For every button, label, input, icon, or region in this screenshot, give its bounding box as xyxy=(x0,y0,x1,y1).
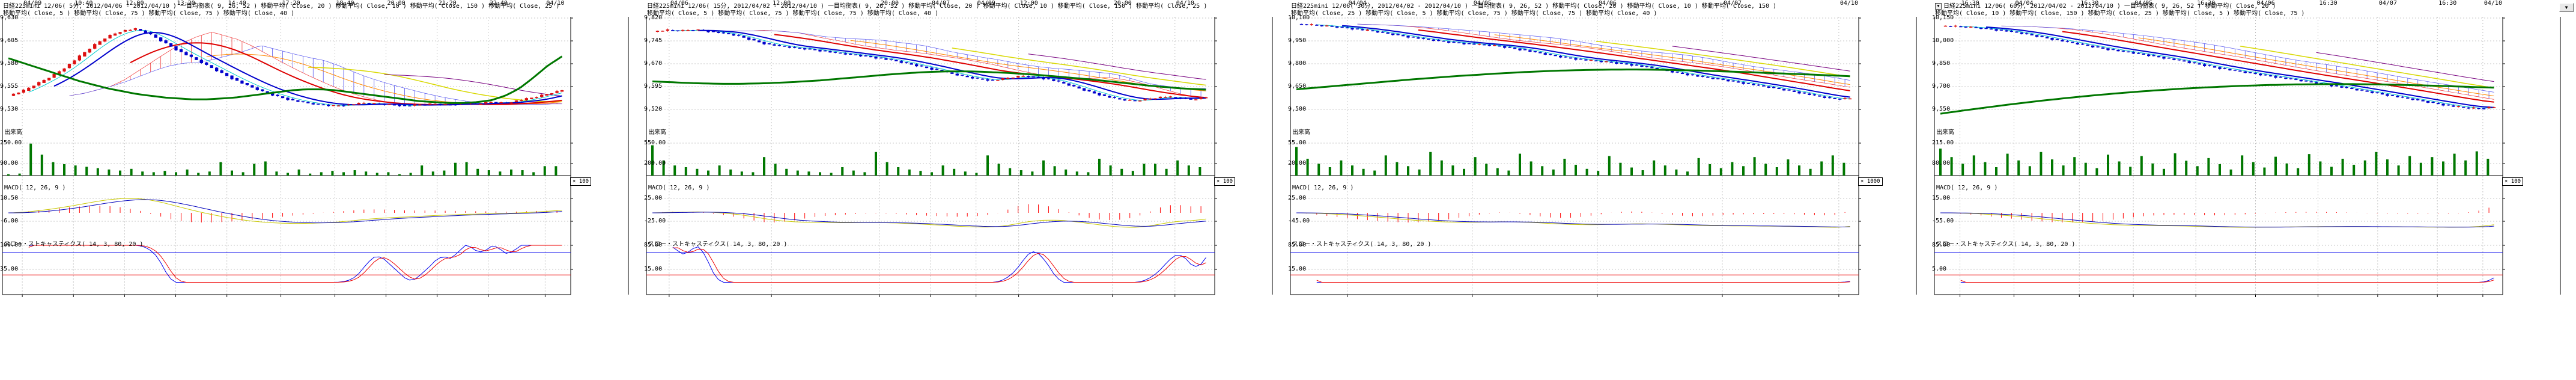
scale-label: 15.00 xyxy=(1932,195,1950,201)
scale-label: 20.00 xyxy=(1288,160,1306,167)
scale-label: 9,950 xyxy=(1288,37,1306,44)
chart-window-2: 日経225mini 12/06( 15分, 2012/04/02 - 2012/… xyxy=(644,0,1288,380)
scale-label: 9,550 xyxy=(1932,106,1950,112)
scale-label: 85.00 xyxy=(1932,242,1950,248)
chart-title-line2: 移動平均( Close, 25 ) 移動平均( Close, 5 ) 移動平均(… xyxy=(1291,8,1657,17)
scale-label: 9,850 xyxy=(1932,60,1950,67)
x-axis-label: 04/07 xyxy=(2379,0,2397,7)
chart-title-line2: 移動平均( Close, 5 ) 移動平均( Close, 75 ) 移動平均(… xyxy=(3,8,294,17)
volume-scale-multiplier: × 1000 xyxy=(1858,177,1883,186)
scale-label: 9,700 xyxy=(1932,83,1950,90)
scale-label: 9,650 xyxy=(1288,83,1306,90)
scale-label: 9,605 xyxy=(0,37,18,44)
scale-label: 25.00 xyxy=(644,195,662,201)
scale-label: 90.00 xyxy=(0,160,18,167)
scale-label: 9,595 xyxy=(644,83,662,90)
scale-label: 100.00 xyxy=(0,242,22,248)
scale-label: 85.00 xyxy=(644,242,662,248)
scale-label: 15.00 xyxy=(644,266,662,272)
chart-window-4: ▼日経225mini 12/06( 60分, 2012/04/02 - 2012… xyxy=(1932,0,2576,380)
volume-scale-multiplier: × 100 xyxy=(570,177,591,186)
chart-canvas[interactable] xyxy=(1932,0,2576,380)
scale-label: 9,520 xyxy=(644,106,662,112)
chart-scroll-dropdown-button[interactable]: ▼ xyxy=(2559,3,2574,12)
scale-label: 9,580 xyxy=(0,60,18,67)
chart-title-line2: 移動平均( Close, 5 ) 移動平均( Close, 75 ) 移動平均(… xyxy=(647,8,938,17)
x-axis-label: 16:30 xyxy=(2438,0,2456,7)
scale-label: 25.00 xyxy=(1288,195,1306,201)
scale-label: 9,555 xyxy=(0,83,18,90)
scale-label: -6.00 xyxy=(0,218,18,224)
chart-window-1: 日経225mini 12/06( 5分, 2012/04/06 - 2012/0… xyxy=(0,0,644,380)
scale-label: 35.00 xyxy=(0,266,18,272)
scale-label: 5.00 xyxy=(1932,266,1946,272)
scale-label: 55.00 xyxy=(1288,139,1306,146)
scale-label: 9,670 xyxy=(644,60,662,67)
scale-label: -45.00 xyxy=(1288,218,1310,224)
scale-label: 250.00 xyxy=(0,139,22,146)
chart-canvas[interactable] xyxy=(1288,0,1932,380)
scale-label: 10.50 xyxy=(0,195,18,201)
scale-label: 9,500 xyxy=(1288,106,1306,112)
scale-label: 200.00 xyxy=(644,160,666,167)
scale-label: 9,745 xyxy=(644,37,662,44)
scale-label: 10,000 xyxy=(1932,37,1954,44)
chart-title-line2: 移動平均( Close, 10 ) 移動平均( Close, 150 ) 移動平… xyxy=(1935,8,2304,17)
scale-label: 85.00 xyxy=(1288,242,1306,248)
chart-window-3: 日経225mini 12/06( 30分, 2012/04/02 - 2012/… xyxy=(1288,0,1932,380)
scale-label: 9,530 xyxy=(0,106,18,112)
scale-label: -55.00 xyxy=(1932,218,1954,224)
x-axis-label: 04/10 xyxy=(2484,0,2502,7)
chart-workspace: 日経225mini 12/06( 5分, 2012/04/06 - 2012/0… xyxy=(0,0,2576,380)
scale-label: 550.00 xyxy=(644,139,666,146)
chart-canvas[interactable] xyxy=(0,0,644,380)
scale-label: 80.00 xyxy=(1932,160,1950,167)
x-axis-label: 16:30 xyxy=(2319,0,2338,7)
volume-scale-multiplier: × 100 xyxy=(2502,177,2523,186)
x-axis-label: 04/10 xyxy=(1840,0,1858,7)
scale-label: 215.00 xyxy=(1932,139,1954,146)
volume-scale-multiplier: × 100 xyxy=(1214,177,1235,186)
scale-label: 9,800 xyxy=(1288,60,1306,67)
scale-label: 15.00 xyxy=(1288,266,1306,272)
chart-canvas[interactable] xyxy=(644,0,1288,380)
scale-label: -25.00 xyxy=(644,218,666,224)
